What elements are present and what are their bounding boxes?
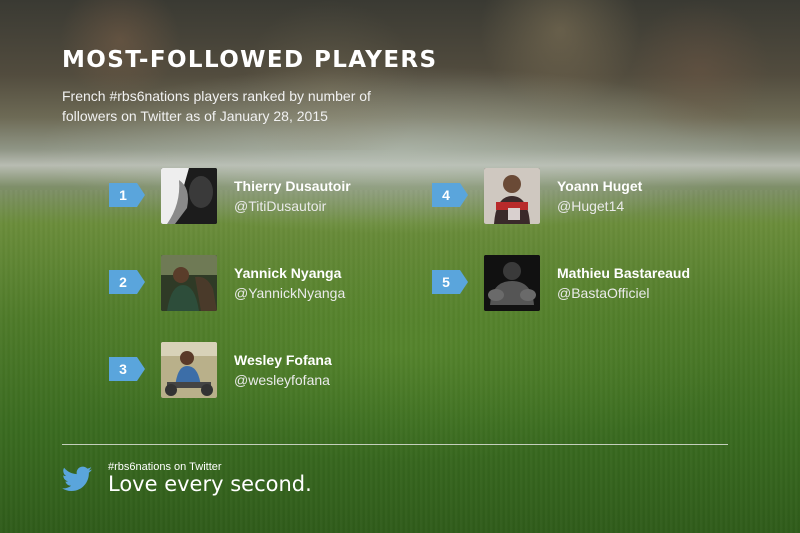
player-handle[interactable]: @YannickNyanga: [234, 285, 345, 301]
player-item: 5 Mathieu Bastareaud @BastaOfficiel: [432, 254, 732, 312]
avatar[interactable]: [161, 255, 217, 311]
player-item: 3 Wesley Fofana @wesleyfofana: [109, 341, 409, 399]
player-handle[interactable]: @BastaOfficiel: [557, 285, 650, 301]
rank-badge: 5: [432, 270, 468, 294]
player-name: Wesley Fofana: [234, 352, 332, 368]
avatar[interactable]: [161, 168, 217, 224]
player-item: 1 Thierry Dusautoir @TitiDusautoir: [109, 167, 409, 225]
rank-badge: 1: [109, 183, 145, 207]
rank-badge: 2: [109, 270, 145, 294]
player-name: Thierry Dusautoir: [234, 178, 351, 194]
player-handle[interactable]: @Huget14: [557, 198, 624, 214]
player-name: Yannick Nyanga: [234, 265, 342, 281]
player-handle[interactable]: @wesleyfofana: [234, 372, 330, 388]
footer-slogan: Love every second.: [108, 472, 312, 496]
rank-badge: 3: [109, 357, 145, 381]
player-item: 4 Yoann Huget @Huget14: [432, 167, 732, 225]
player-name: Yoann Huget: [557, 178, 643, 194]
player-name: Mathieu Bastareaud: [557, 265, 691, 281]
avatar[interactable]: [484, 255, 540, 311]
infographic: MOST-FOLLOWED PLAYERS French #rbs6nation…: [0, 0, 800, 533]
avatar[interactable]: [161, 342, 217, 398]
rank-badge: 4: [432, 183, 468, 207]
players-list: 1 Thierry Dusautoir @TitiDusautoir 2 Yan…: [0, 0, 800, 533]
footer-divider: [62, 444, 728, 445]
player-item: 2 Yannick Nyanga @YannickNyanga: [109, 254, 409, 312]
avatar[interactable]: [484, 168, 540, 224]
twitter-bird-icon: [62, 466, 92, 491]
player-handle[interactable]: @TitiDusautoir: [234, 198, 326, 214]
